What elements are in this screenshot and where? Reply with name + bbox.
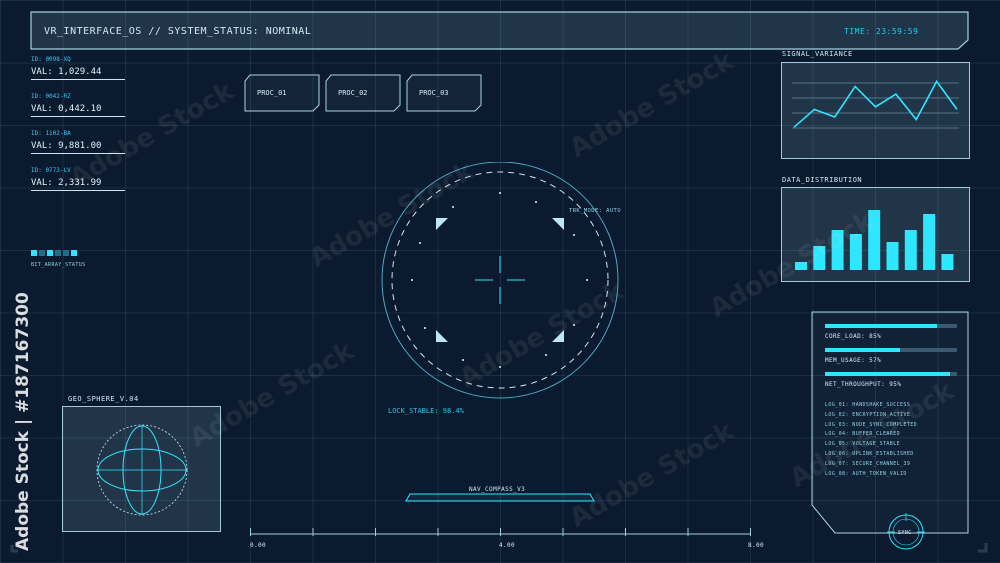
distribution-bar (868, 210, 881, 270)
signal-series-line (793, 79, 958, 128)
side-watermark: Adobe Stock | #187167300 (13, 292, 33, 551)
timeline-ticks (250, 528, 751, 536)
proc-label: PROC_02 (338, 89, 368, 97)
distribution-bar (795, 262, 807, 270)
distribution-bar (923, 214, 936, 270)
mem-usage-label: MEM_USAGE: 57% (825, 357, 882, 364)
core-load-label: CORE_LOAD: 85% (825, 333, 882, 340)
log-entry: LOG_03: NODE_SYNC_COMPLETED (825, 421, 918, 428)
stat-underline (31, 190, 125, 191)
log-entry: LOG_06: UPLINK_ESTABLISHED (825, 450, 914, 457)
stat-item: ID: 0042-RZ VAL: 0,442.10 (31, 93, 125, 130)
resource-meters: CORE_LOAD: 85% MEM_USAGE: 57% NET_THROUG… (825, 324, 957, 388)
sync-button[interactable]: SYNC (887, 513, 925, 551)
bit-cell (47, 250, 53, 256)
bit-cell (39, 250, 45, 256)
bit-cell (63, 250, 69, 256)
core-load-bar (825, 324, 957, 328)
stat-id: ID: 0773-LV (31, 167, 71, 174)
stat-value: VAL: 9,881.00 (31, 141, 102, 151)
bar-fill (825, 348, 901, 352)
geo-sphere-title: GEO_SPHERE_V.04 (68, 395, 139, 403)
data-distribution-chart (795, 210, 954, 270)
nav-compass-bar (405, 493, 595, 502)
distribution-bar (886, 242, 899, 270)
stat-id: ID: 0042-RZ (31, 93, 71, 100)
proc-02-button[interactable]: PROC_02 (325, 74, 401, 112)
proc-01-button[interactable]: PROC_01 (244, 74, 320, 112)
globe-icon (96, 424, 188, 516)
proc-label: PROC_03 (419, 89, 449, 97)
log-entry: LOG_05: VOLTAGE_STABLE (825, 441, 901, 448)
stat-value: VAL: 0,442.10 (31, 104, 102, 114)
distribution-bar (849, 234, 862, 270)
bit-cell (31, 250, 37, 256)
stat-item: ID: 0098-XQ VAL: 1,029.44 (31, 56, 125, 93)
log-entry: LOG_01: HANDSHAKE_SUCCESS (825, 402, 911, 408)
bit-array-indicator (31, 250, 77, 256)
stat-value: VAL: 1,029.44 (31, 67, 102, 77)
log-entry: LOG_08: AUTH_TOKEN_VALID (825, 470, 907, 477)
net-throughput-bar (825, 372, 957, 376)
timeline-tick-label: 8.00 (748, 542, 765, 549)
distribution-bar (831, 230, 844, 270)
bit-cell (71, 250, 77, 256)
signal-variance-title: SIGNAL_VARIANCE (782, 50, 853, 58)
timeline-tick-label: 0.00 (250, 542, 267, 549)
geo-sphere-panel (62, 406, 221, 532)
header-title: VR_INTERFACE_OS // SYSTEM_STATUS: NOMINA… (44, 26, 312, 37)
proc-03-button[interactable]: PROC_03 (406, 74, 482, 112)
stats-list: ID: 0098-XQ VAL: 1,029.44 ID: 0042-RZ VA… (31, 56, 125, 204)
data-distribution-panel (781, 187, 970, 282)
radar-scope (381, 162, 619, 399)
log-list: LOG_01: HANDSHAKE_SUCCESS LOG_02: ENCRYP… (825, 401, 917, 479)
stat-id: ID: 0098-XQ (31, 56, 71, 63)
log-entry: LOG_02: ENCRYPTION_ACTIVE (825, 411, 911, 418)
bit-array-label: BIT_ARRAY_STATUS (31, 262, 86, 268)
stat-item: ID: 0773-LV VAL: 2,331.99 (31, 167, 125, 204)
nav-compass-title: NAV_COMPASS_V3 (469, 486, 526, 493)
radar-mode-label: TRK_MODE: AUTO (569, 208, 621, 214)
net-throughput-label: NET_THROUGHPUT: 95% (825, 381, 902, 388)
stat-underline (31, 116, 125, 117)
radar-lock-status: LOCK_STABLE: 98.4% (388, 407, 464, 415)
stat-value: VAL: 2,331.99 (31, 178, 102, 188)
log-entry: LOG_07: SECURE_CHANNEL_39 (825, 460, 911, 467)
log-entry: LOG_04: BUFFER_CLEARED (825, 431, 901, 438)
mem-usage-bar (825, 348, 957, 352)
distribution-bar (904, 230, 917, 270)
stat-item: ID: 1102-BA VAL: 9,881.00 (31, 130, 125, 167)
timeline-tick-label: 4.00 (499, 542, 516, 549)
bit-cell (55, 250, 61, 256)
bar-fill (825, 372, 951, 376)
bar-fill (825, 324, 938, 328)
stat-underline (31, 79, 125, 80)
signal-variance-panel (781, 62, 970, 159)
proc-label: PROC_01 (257, 89, 287, 97)
sync-label: SYNC (898, 530, 912, 536)
stat-underline (31, 153, 125, 154)
distribution-bar (813, 246, 826, 270)
distribution-bar (941, 254, 954, 270)
header-time: TIME: 23:59:59 (844, 27, 919, 36)
stat-id: ID: 1102-BA (31, 130, 71, 137)
data-distribution-title: DATA_DISTRIBUTION (782, 176, 863, 184)
signal-variance-chart (792, 79, 959, 129)
